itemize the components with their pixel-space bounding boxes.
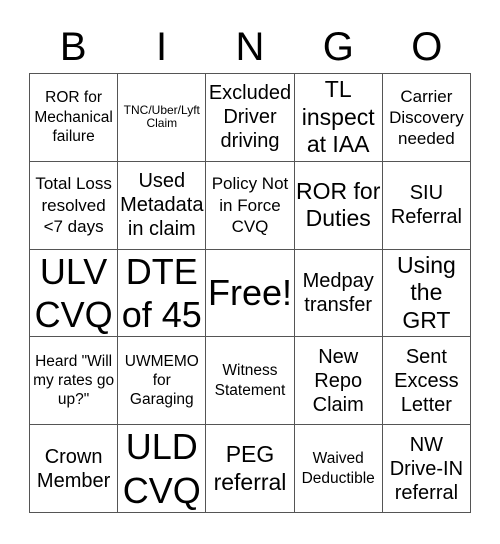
bingo-cell[interactable]: Heard "Will my rates go up?" (30, 337, 119, 426)
bingo-cell[interactable]: Waived Deductible (294, 425, 383, 513)
bingo-cell[interactable]: Policy Not in Force CVQ (206, 161, 295, 250)
bingo-cell[interactable]: Sent Excess Letter (382, 337, 471, 426)
bingo-cell[interactable]: PEG referral (206, 425, 295, 513)
bingo-cell[interactable]: Carrier Discovery needed (382, 74, 471, 162)
bingo-card: ROR for Mechanical failure TNC/Uber/Lyft… (29, 73, 471, 513)
bingo-cell[interactable]: Medpay transfer (294, 249, 383, 338)
bingo-cell[interactable]: TNC/Uber/Lyft Claim (118, 74, 207, 162)
bingo-cell[interactable]: Crown Member (30, 425, 119, 513)
bingo-cell[interactable]: TL inspect at IAA (294, 74, 383, 162)
header-letter-o: O (411, 25, 443, 69)
bingo-cell[interactable]: DTE of 45 (118, 249, 207, 338)
bingo-cell[interactable]: Used Metadata in claim (118, 161, 207, 250)
bingo-cell[interactable]: UWMEMO for Garaging (118, 337, 207, 426)
header-letter-i: I (156, 25, 168, 69)
bingo-cell[interactable]: New Repo Claim (294, 337, 383, 426)
bingo-cell[interactable]: Witness Statement (206, 337, 295, 426)
header-letter-b: B (59, 25, 87, 69)
bingo-cell[interactable]: ULD CVQ (118, 425, 207, 513)
bingo-cell[interactable]: ULV CVQ (30, 249, 119, 338)
bingo-cell[interactable]: Total Loss resolved <7 days (30, 161, 119, 250)
bingo-header: B I N G O (29, 22, 471, 72)
bingo-cell[interactable]: Excluded Driver driving (206, 74, 295, 162)
header-letter-n: N (235, 25, 265, 69)
header-letter-g: G (322, 25, 354, 69)
free-space[interactable]: Free! (206, 249, 295, 338)
bingo-cell[interactable]: SIU Referral (382, 161, 471, 250)
bingo-cell[interactable]: ROR for Duties (294, 161, 383, 250)
bingo-cell[interactable]: Using the GRT (382, 249, 471, 338)
bingo-cell[interactable]: ROR for Mechanical failure (30, 74, 119, 162)
bingo-cell[interactable]: NW Drive-IN referral (382, 425, 471, 513)
